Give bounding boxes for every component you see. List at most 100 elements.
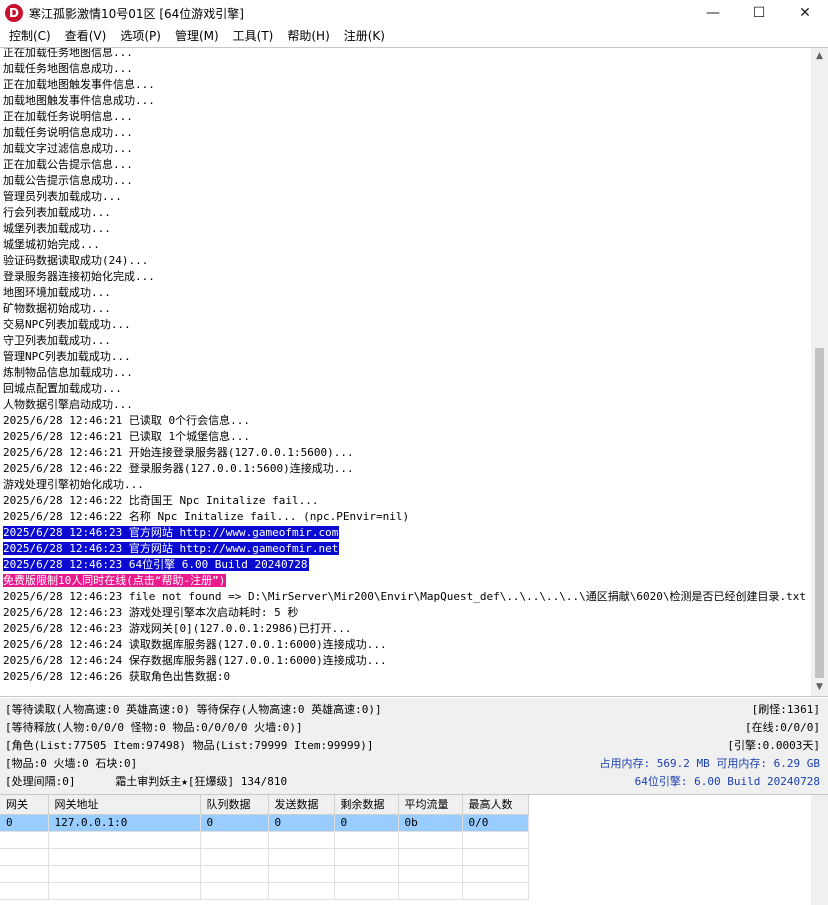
log-line: 加载地图触发事件信息成功... bbox=[3, 93, 809, 109]
scroll-up-icon[interactable]: ▲ bbox=[811, 48, 828, 65]
log-line: 正在加载任务地图信息... bbox=[3, 48, 809, 61]
log-line-text: 加载任务说明信息成功... bbox=[3, 126, 133, 139]
table-row-empty bbox=[0, 882, 529, 900]
log-line-text: 登录服务器连接初始化完成... bbox=[3, 270, 155, 283]
menu-options[interactable]: 选项(P) bbox=[113, 26, 168, 47]
log-line-text: 2025/6/28 12:46:23 游戏处理引擎本次启动耗时: 5 秒 bbox=[3, 606, 299, 619]
status-engine-days: [引擎:0.0003天] bbox=[727, 739, 820, 752]
table-row[interactable]: 0 127.0.0.1:0 0 0 0 0b 0/0 bbox=[0, 814, 529, 832]
cell-remain-data: 0 bbox=[334, 814, 399, 832]
log-line-text: 2025/6/28 12:46:22 名称 Npc Initalize fail… bbox=[3, 510, 410, 523]
scroll-thumb[interactable] bbox=[815, 348, 824, 678]
log-line: 2025/6/28 12:46:22 登录服务器(127.0.0.1:5600)… bbox=[3, 461, 809, 477]
table-header-row: 网关 网关地址 队列数据 发送数据 剩余数据 平均流量 最高人数 bbox=[0, 795, 529, 815]
log-line: 城堡列表加载成功... bbox=[3, 221, 809, 237]
status-role-items: [角色(List:77505 Item:97498) 物品(List:79999… bbox=[5, 739, 374, 752]
log-line-text: 管理员列表加载成功... bbox=[3, 190, 122, 203]
log-line-text: 加载任务地图信息成功... bbox=[3, 62, 133, 75]
log-line: 2025/6/28 12:46:23 64位引擎 6.00 Build 2024… bbox=[3, 557, 809, 573]
table-row-empty bbox=[0, 865, 529, 883]
log-line: 2025/6/28 12:46:24 保存数据库服务器(127.0.0.1:60… bbox=[3, 653, 809, 669]
log-line: 矿物数据初始成功... bbox=[3, 301, 809, 317]
log-lines: 正在加载任务地图信息... 加载任务地图信息成功... 正在加载地图触发事件信息..… bbox=[3, 48, 809, 685]
col-queue-data[interactable]: 队列数据 bbox=[200, 795, 269, 815]
log-line-text: 城堡列表加载成功... bbox=[3, 222, 111, 235]
log-line-text: 城堡城初始完成... bbox=[3, 238, 100, 251]
log-line: 管理员列表加载成功... bbox=[3, 189, 809, 205]
cell-gateway: 0 bbox=[0, 814, 49, 832]
status-panel: [等待读取(人物高速:0 英雄高速:0) 等待保存(人物高速:0 英雄高速:0)… bbox=[0, 698, 828, 794]
menu-control[interactable]: 控制(C) bbox=[2, 26, 58, 47]
log-line: 城堡城初始完成... bbox=[3, 237, 809, 253]
window-controls: — ☐ ✕ bbox=[690, 0, 828, 26]
log-line: 2025/6/28 12:46:26 获取角色出售数据:0 bbox=[3, 669, 809, 685]
log-line-text: 2025/6/28 12:46:23 64位引擎 6.00 Build 2024… bbox=[3, 558, 309, 571]
log-line-text: 人物数据引擎启动成功... bbox=[3, 398, 133, 411]
log-line-text: 加载文字过滤信息成功... bbox=[3, 142, 133, 155]
menu-manage[interactable]: 管理(M) bbox=[168, 26, 226, 47]
status-spawn: [刷怪:1361] bbox=[751, 703, 820, 716]
log-line: 2025/6/28 12:46:23 官方网站 http://www.gameo… bbox=[3, 541, 809, 557]
status-wait-read: [等待读取(人物高速:0 英雄高速:0) 等待保存(人物高速:0 英雄高速:0)… bbox=[5, 703, 382, 716]
log-line: 2025/6/28 12:46:23 file not found => D:\… bbox=[3, 589, 809, 605]
scroll-down-icon[interactable]: ▼ bbox=[811, 679, 828, 696]
log-line: 管理NPC列表加载成功... bbox=[3, 349, 809, 365]
col-send-data[interactable]: 发送数据 bbox=[268, 795, 335, 815]
col-avg-traffic[interactable]: 平均流量 bbox=[398, 795, 463, 815]
log-line-text: 行会列表加载成功... bbox=[3, 206, 111, 219]
log-line-text: 守卫列表加载成功... bbox=[3, 334, 111, 347]
col-gateway[interactable]: 网关 bbox=[0, 795, 49, 815]
title-bar: D 寒江孤影激情10号01区 [64位游戏引擎] — ☐ ✕ bbox=[0, 0, 828, 26]
log-line: 2025/6/28 12:46:21 已读取 0个行会信息... bbox=[3, 413, 809, 429]
log-line-text: 游戏处理引擎初始化成功... bbox=[3, 478, 144, 491]
log-line: 行会列表加载成功... bbox=[3, 205, 809, 221]
gateway-grid[interactable]: 网关 网关地址 队列数据 发送数据 剩余数据 平均流量 最高人数 0 127.0… bbox=[0, 794, 828, 905]
log-line: 2025/6/28 12:46:21 开始连接登录服务器(127.0.0.1:5… bbox=[3, 445, 809, 461]
log-line-text: 2025/6/28 12:46:23 游戏网关[0](127.0.0.1:298… bbox=[3, 622, 352, 635]
grid-scrollbar[interactable] bbox=[811, 795, 828, 905]
log-line-text: 2025/6/28 12:46:24 读取数据库服务器(127.0.0.1:60… bbox=[3, 638, 387, 651]
close-button[interactable]: ✕ bbox=[782, 0, 828, 26]
cell-gateway-address: 127.0.0.1:0 bbox=[48, 814, 201, 832]
menu-view[interactable]: 查看(V) bbox=[58, 26, 114, 47]
col-remain-data[interactable]: 剩余数据 bbox=[334, 795, 399, 815]
status-interval: [处理间隔:0] 霜土审判妖主★[狂爆级] 134/810 bbox=[5, 775, 288, 788]
log-line: 交易NPC列表加载成功... bbox=[3, 317, 809, 333]
table-row-empty bbox=[0, 848, 529, 866]
minimize-button[interactable]: — bbox=[690, 0, 736, 26]
gateway-table: 网关 网关地址 队列数据 发送数据 剩余数据 平均流量 最高人数 0 127.0… bbox=[0, 795, 529, 900]
status-engine-build: 64位引擎: 6.00 Build 20240728 bbox=[634, 775, 820, 788]
log-line: 游戏处理引擎初始化成功... bbox=[3, 477, 809, 493]
log-line: 正在加载任务说明信息... bbox=[3, 109, 809, 125]
cell-max-users: 0/0 bbox=[462, 814, 529, 832]
log-line-text: 回城点配置加载成功... bbox=[3, 382, 122, 395]
maximize-button[interactable]: ☐ bbox=[736, 0, 782, 26]
col-max-users[interactable]: 最高人数 bbox=[462, 795, 529, 815]
menu-tools[interactable]: 工具(T) bbox=[226, 26, 281, 47]
log-panel[interactable]: 正在加载任务地图信息... 加载任务地图信息成功... 正在加载地图触发事件信息..… bbox=[0, 47, 828, 697]
log-line: 2025/6/28 12:46:22 名称 Npc Initalize fail… bbox=[3, 509, 809, 525]
status-memory: 占用内存: 569.2 MB 可用内存: 6.29 GB bbox=[599, 757, 820, 770]
status-wait-release: [等待释放(人物:0/0/0 怪物:0 物品:0/0/0/0 火墙:0)] bbox=[5, 721, 303, 734]
log-line: 2025/6/28 12:46:21 已读取 1个城堡信息... bbox=[3, 429, 809, 445]
menu-register[interactable]: 注册(K) bbox=[337, 26, 392, 47]
log-line: 炼制物品信息加载成功... bbox=[3, 365, 809, 381]
cell-send-data: 0 bbox=[268, 814, 335, 832]
log-line-text: 炼制物品信息加载成功... bbox=[3, 366, 133, 379]
log-line: 2025/6/28 12:46:24 读取数据库服务器(127.0.0.1:60… bbox=[3, 637, 809, 653]
menu-help[interactable]: 帮助(H) bbox=[280, 26, 336, 47]
log-line: 正在加载地图触发事件信息... bbox=[3, 77, 809, 93]
log-line-text: 免费版限制10人同时在线(点击“帮助-注册”) bbox=[3, 574, 227, 587]
log-scrollbar[interactable]: ▲ ▼ bbox=[811, 48, 828, 696]
log-line: 2025/6/28 12:46:22 比奇国王 Npc Initalize fa… bbox=[3, 493, 809, 509]
log-line: 验证码数据读取成功(24)... bbox=[3, 253, 809, 269]
log-line-text: 2025/6/28 12:46:26 获取角色出售数据:0 bbox=[3, 670, 231, 683]
log-line-text: 正在加载公告提示信息... bbox=[3, 158, 133, 171]
log-line: 回城点配置加载成功... bbox=[3, 381, 809, 397]
col-gateway-address[interactable]: 网关地址 bbox=[48, 795, 201, 815]
log-line-text: 2025/6/28 12:46:22 登录服务器(127.0.0.1:5600)… bbox=[3, 462, 354, 475]
app-icon: D bbox=[5, 4, 23, 22]
log-line: 2025/6/28 12:46:23 游戏网关[0](127.0.0.1:298… bbox=[3, 621, 809, 637]
log-line-text: 2025/6/28 12:46:23 官方网站 http://www.gameo… bbox=[3, 542, 340, 555]
log-line-text: 地图环境加载成功... bbox=[3, 286, 111, 299]
